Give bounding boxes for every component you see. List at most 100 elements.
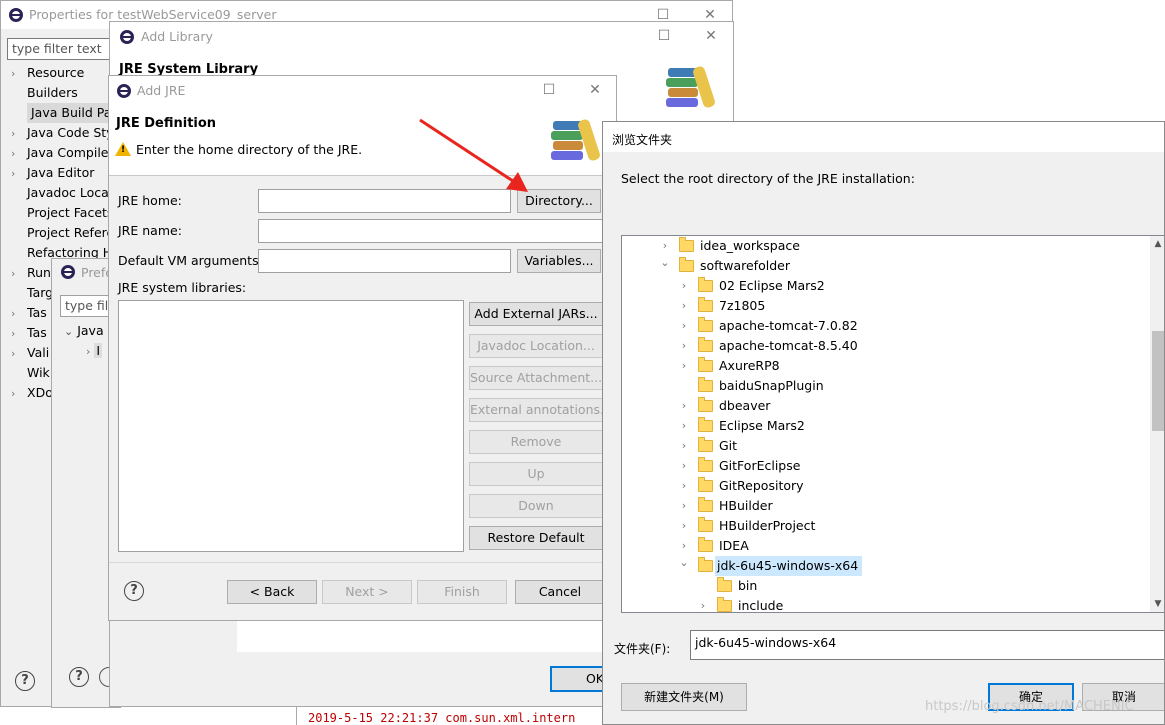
- scroll-down-icon[interactable]: ▼: [1150, 596, 1164, 612]
- scroll-up-icon[interactable]: ▲: [1150, 236, 1164, 252]
- chevron-right-icon[interactable]: ›: [677, 396, 691, 416]
- external-annotations-button[interactable]: External annotations...: [469, 398, 603, 422]
- properties-tree-item[interactable]: › Resource: [11, 63, 84, 83]
- chevron-right-icon[interactable]: ›: [677, 276, 691, 296]
- back-button[interactable]: < Back: [227, 580, 317, 604]
- folder-tree-item[interactable]: › 7z1805: [622, 296, 1150, 316]
- maximize-icon[interactable]: ☐: [537, 79, 561, 101]
- properties-tree-item[interactable]: › Java Code Sty: [11, 123, 114, 143]
- folder-tree-item[interactable]: › apache-tomcat-7.0.82: [622, 316, 1150, 336]
- folder-tree-item[interactable]: › GitForEclipse: [622, 456, 1150, 476]
- chevron-right-icon[interactable]: ›: [11, 144, 27, 164]
- properties-tree-item[interactable]: › XDo: [11, 383, 53, 403]
- help-icon[interactable]: ?: [15, 671, 35, 691]
- jre-name-input[interactable]: [258, 219, 608, 243]
- folder-tree-item[interactable]: › IDEA: [622, 536, 1150, 556]
- preferences-tree-subitem[interactable]: › I: [86, 341, 103, 361]
- javadoc-location-button[interactable]: Javadoc Location...: [469, 334, 603, 358]
- chevron-right-icon[interactable]: ›: [658, 236, 672, 256]
- restore-default-button[interactable]: Restore Default: [469, 526, 603, 550]
- folder-tree-item[interactable]: › dbeaver: [622, 396, 1150, 416]
- chevron-right-icon[interactable]: ›: [677, 336, 691, 356]
- add-jre-dialog: Add JRE ☐ ✕ JRE Definition ! Enter the h…: [108, 75, 617, 621]
- folder-tree-item[interactable]: › HBuilderProject: [622, 516, 1150, 536]
- add-external-jars-button[interactable]: Add External JARs...: [469, 302, 603, 326]
- folder-tree-item[interactable]: › GitRepository: [622, 476, 1150, 496]
- chevron-right-icon[interactable]: ›: [11, 384, 27, 404]
- folder-tree-item[interactable]: ⌄ jdk-6u45-windows-x64: [622, 556, 1150, 576]
- folder-icon: [698, 317, 713, 332]
- close-icon[interactable]: ✕: [583, 79, 607, 101]
- jre-libraries-list[interactable]: [118, 300, 464, 552]
- tree-scrollbar[interactable]: ▲ ▼: [1150, 236, 1164, 612]
- chevron-right-icon[interactable]: ›: [677, 436, 691, 456]
- folder-tree-item[interactable]: › HBuilder: [622, 496, 1150, 516]
- properties-tree-item[interactable]: › Tas: [11, 303, 47, 323]
- maximize-icon[interactable]: ☐: [652, 25, 676, 47]
- eclipse-icon: [120, 30, 134, 44]
- preferences-tree-item[interactable]: ⌄ Java: [64, 321, 104, 341]
- properties-tree-item[interactable]: Java Build Pat: [27, 103, 117, 123]
- chevron-right-icon[interactable]: ›: [11, 164, 27, 184]
- chevron-down-icon[interactable]: ⌄: [658, 256, 672, 276]
- chevron-right-icon[interactable]: ›: [11, 324, 27, 344]
- help-icon[interactable]: ?: [124, 581, 144, 601]
- chevron-right-icon[interactable]: ›: [677, 516, 691, 536]
- chevron-right-icon[interactable]: ›: [11, 304, 27, 324]
- help-icon[interactable]: ?: [69, 667, 89, 687]
- chevron-right-icon[interactable]: ›: [677, 496, 691, 516]
- properties-tree-item[interactable]: Targ: [11, 283, 53, 303]
- up-button[interactable]: Up: [469, 462, 603, 486]
- properties-tree-item[interactable]: Wik: [11, 363, 50, 383]
- chevron-right-icon[interactable]: ›: [677, 356, 691, 376]
- folder-tree-item[interactable]: bin: [622, 576, 1150, 596]
- close-icon[interactable]: ✕: [699, 25, 723, 47]
- down-button[interactable]: Down: [469, 494, 603, 518]
- chevron-right-icon[interactable]: ›: [677, 416, 691, 436]
- next-button[interactable]: Next >: [322, 580, 412, 604]
- variables-button[interactable]: Variables...: [517, 249, 601, 273]
- properties-tree-item[interactable]: Javadoc Loca: [11, 183, 109, 203]
- chevron-right-icon[interactable]: ›: [696, 596, 710, 612]
- folder-tree-item[interactable]: › idea_workspace: [622, 236, 1150, 256]
- properties-tree-item[interactable]: Project Refere: [11, 223, 114, 243]
- properties-tree-item[interactable]: Builders: [11, 83, 78, 103]
- folder-tree-item[interactable]: › 02 Eclipse Mars2: [622, 276, 1150, 296]
- cancel-button[interactable]: Cancel: [515, 580, 605, 604]
- properties-tree-item[interactable]: Project Facets: [11, 203, 113, 223]
- properties-tree-item[interactable]: › Java Editor: [11, 163, 94, 183]
- chevron-right-icon[interactable]: ›: [677, 536, 691, 556]
- folder-tree-item[interactable]: ⌄ softwarefolder: [622, 256, 1150, 276]
- properties-tree-item[interactable]: › Vali: [11, 343, 49, 363]
- properties-filter-input[interactable]: type filter text: [7, 38, 112, 60]
- chevron-right-icon[interactable]: ›: [677, 316, 691, 336]
- folder-tree-item[interactable]: › Git: [622, 436, 1150, 456]
- chevron-right-icon[interactable]: ›: [677, 456, 691, 476]
- properties-tree-item[interactable]: › Tas: [11, 323, 47, 343]
- properties-tree-item[interactable]: › Java Compile: [11, 143, 109, 163]
- folder-tree-item[interactable]: › include: [622, 596, 1150, 612]
- chevron-down-icon[interactable]: ⌄: [677, 556, 691, 576]
- folder-icon: [698, 497, 713, 512]
- chevron-right-icon[interactable]: ›: [11, 64, 27, 84]
- folder-tree-item[interactable]: › apache-tomcat-8.5.40: [622, 336, 1150, 356]
- folder-tree[interactable]: › idea_workspace ⌄ softwarefolder › 02 Eclips…: [621, 235, 1164, 613]
- chevron-right-icon[interactable]: ›: [11, 264, 27, 284]
- chevron-right-icon[interactable]: ›: [677, 476, 691, 496]
- folder-tree-item[interactable]: baiduSnapPlugin: [622, 376, 1150, 396]
- new-folder-button[interactable]: 新建文件夹(M): [621, 683, 747, 711]
- folder-input[interactable]: jdk-6u45-windows-x64: [690, 630, 1164, 660]
- properties-tree-item[interactable]: › Run: [11, 263, 51, 283]
- scroll-thumb[interactable]: [1152, 331, 1164, 431]
- preferences-tree-subitem-label: I: [94, 343, 103, 358]
- vm-args-input[interactable]: [258, 249, 511, 273]
- finish-button[interactable]: Finish: [417, 580, 507, 604]
- chevron-right-icon[interactable]: ›: [11, 124, 27, 144]
- source-attachment-button[interactable]: Source Attachment...: [469, 366, 603, 390]
- chevron-right-icon[interactable]: ›: [11, 344, 27, 364]
- chevron-right-icon[interactable]: ›: [677, 296, 691, 316]
- folder-tree-item[interactable]: › Eclipse Mars2: [622, 416, 1150, 436]
- remove-button[interactable]: Remove: [469, 430, 603, 454]
- folder-tree-item[interactable]: › AxureRP8: [622, 356, 1150, 376]
